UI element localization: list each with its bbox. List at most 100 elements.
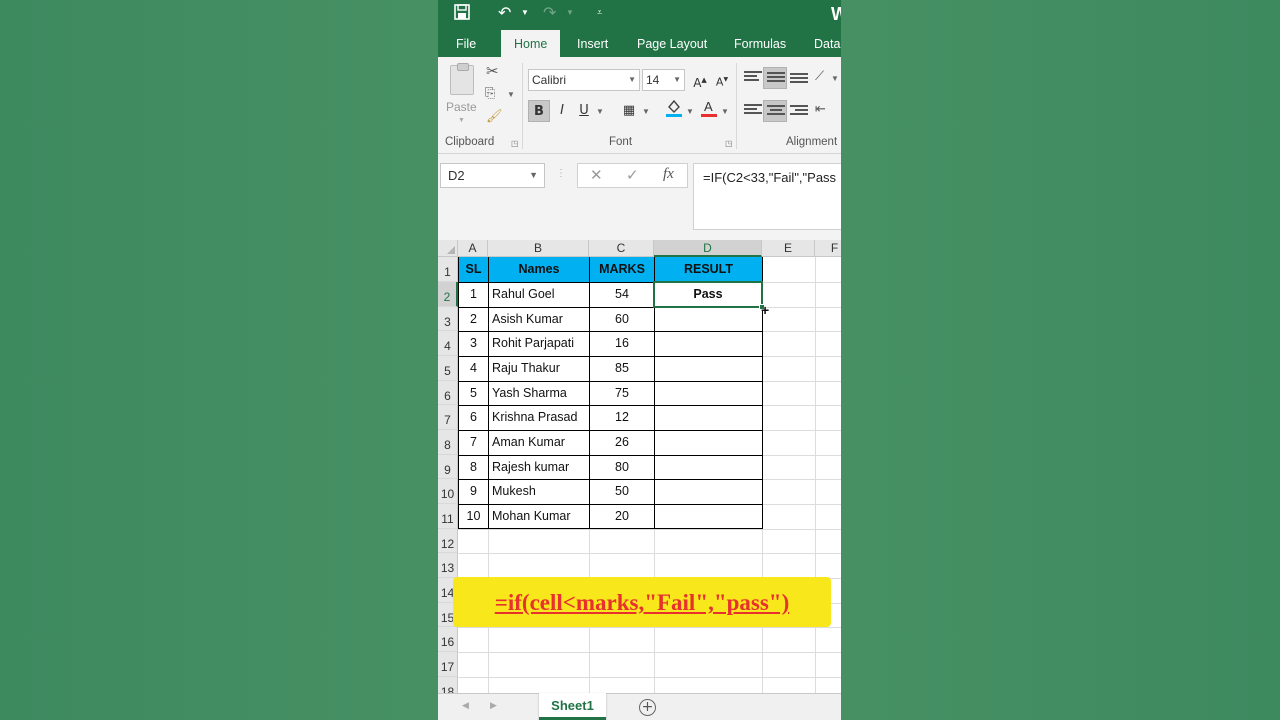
table-cell-marks[interactable]: 12 [590, 405, 654, 430]
borders-icon[interactable]: ▦ [618, 100, 640, 122]
row-header[interactable]: 9 [438, 455, 458, 479]
table-cell-name[interactable]: Krishna Prasad [489, 405, 589, 430]
table-cell-result[interactable] [655, 405, 762, 430]
tab-insert[interactable]: Insert [577, 30, 608, 57]
shrink-font-icon[interactable]: A▼ [711, 69, 733, 91]
table-cell-sl[interactable]: 1 [459, 282, 488, 307]
underline-dropdown-icon[interactable]: ▼ [596, 107, 604, 116]
table-cell-name[interactable]: Raju Thakur [489, 356, 589, 381]
paste-button[interactable]: Paste [446, 100, 477, 114]
table-header-names[interactable]: Names [489, 257, 589, 282]
font-color-dropdown-icon[interactable]: ▼ [721, 107, 729, 116]
italic-button[interactable]: I [551, 100, 573, 122]
tab-home[interactable]: Home [501, 30, 561, 57]
table-cell-sl[interactable]: 6 [459, 405, 488, 430]
paste-dropdown-icon[interactable]: ▼ [458, 117, 465, 124]
name-box[interactable]: D2 ▼ [440, 163, 545, 188]
table-cell-name[interactable]: Asish Kumar [489, 307, 589, 331]
tab-file[interactable]: File [456, 30, 476, 57]
row-header[interactable]: 5 [438, 356, 458, 381]
orientation-icon[interactable]: ⟋ [815, 69, 824, 84]
undo-dropdown-icon[interactable]: ▼ [521, 8, 529, 17]
cut-icon[interactable]: ✂ [486, 62, 499, 80]
table-cell-marks[interactable]: 85 [590, 356, 654, 381]
table-cell-name[interactable]: Rohit Parjapati [489, 331, 589, 356]
align-right-icon[interactable] [790, 105, 808, 119]
orientation-dropdown-icon[interactable]: ▼ [831, 74, 839, 83]
align-bottom-icon[interactable] [790, 73, 808, 87]
undo-icon[interactable]: ↶ [498, 3, 511, 22]
table-cell-sl[interactable]: 5 [459, 381, 488, 405]
tab-data[interactable]: Data [814, 30, 840, 57]
customize-toolbar-icon[interactable]: ⩡ [597, 7, 602, 18]
table-cell-sl[interactable]: 10 [459, 504, 488, 529]
table-cell-sl[interactable]: 7 [459, 430, 488, 455]
font-size-combo[interactable]: 14 ▼ [642, 69, 685, 91]
row-header[interactable]: 7 [438, 405, 458, 430]
table-cell-marks[interactable]: 80 [590, 455, 654, 479]
row-header[interactable]: 6 [438, 381, 458, 405]
table-cell-result[interactable] [655, 356, 762, 381]
table-cell-marks[interactable]: 54 [590, 282, 654, 307]
row-header[interactable]: 17 [438, 652, 458, 677]
table-cell-name[interactable]: Mohan Kumar [489, 504, 589, 529]
column-header-d[interactable]: D [654, 240, 762, 257]
table-cell-result[interactable] [655, 455, 762, 479]
format-painter-icon[interactable]: 🖌 [486, 109, 503, 124]
table-cell-sl[interactable]: 3 [459, 331, 488, 356]
column-header-a[interactable]: A [458, 240, 488, 257]
borders-dropdown-icon[interactable]: ▼ [642, 107, 650, 116]
formula-input[interactable]: =IF(C2<33,"Fail","Pass [693, 163, 841, 230]
grow-font-icon[interactable]: A▲ [689, 69, 711, 91]
row-header[interactable]: 2 [438, 282, 458, 307]
column-header-c[interactable]: C [589, 240, 654, 257]
fill-color-icon[interactable] [663, 98, 685, 120]
row-header[interactable]: 13 [438, 553, 458, 578]
underline-button[interactable]: U [573, 100, 595, 122]
prev-sheet-icon[interactable]: ◀ [462, 700, 469, 711]
table-cell-sl[interactable]: 2 [459, 307, 488, 331]
table-cell-marks[interactable]: 75 [590, 381, 654, 405]
column-header-b[interactable]: B [488, 240, 589, 257]
table-cell-result[interactable] [655, 381, 762, 405]
table-cell-name[interactable]: Rahul Goel [489, 282, 589, 307]
select-all-corner[interactable] [438, 240, 458, 257]
save-icon[interactable] [454, 4, 470, 24]
table-cell-result[interactable] [655, 479, 762, 504]
table-cell-marks[interactable]: 50 [590, 479, 654, 504]
table-cell-marks[interactable]: 16 [590, 331, 654, 356]
clipboard-launcher-icon[interactable]: ◳ [511, 139, 519, 148]
table-cell-name[interactable]: Rajesh kumar [489, 455, 589, 479]
table-cell-result[interactable] [655, 504, 762, 529]
table-cell-marks[interactable]: 20 [590, 504, 654, 529]
row-header[interactable]: 16 [438, 627, 458, 652]
bold-button[interactable]: B [528, 100, 550, 122]
splitter-dots-icon[interactable]: ⋮ [556, 168, 566, 179]
add-sheet-icon[interactable]: + [639, 699, 656, 716]
column-header-e[interactable]: E [762, 240, 815, 257]
table-header-result[interactable]: RESULT [655, 257, 762, 282]
tab-formulas[interactable]: Formulas [734, 30, 786, 57]
table-header-sl[interactable]: SL [459, 257, 488, 282]
font-launcher-icon[interactable]: ◳ [725, 139, 733, 148]
copy-icon[interactable]: ⎘ [485, 86, 495, 101]
next-sheet-icon[interactable]: ▶ [490, 700, 497, 711]
row-header[interactable]: 18 [438, 677, 458, 693]
table-cell-name[interactable]: Yash Sharma [489, 381, 589, 405]
align-middle-icon[interactable] [767, 72, 785, 86]
fill-color-dropdown-icon[interactable]: ▼ [686, 107, 694, 116]
table-header-marks[interactable]: MARKS [590, 257, 654, 282]
insert-function-icon[interactable]: fx [663, 166, 674, 183]
enter-icon[interactable]: ✓ [626, 166, 639, 184]
font-name-combo[interactable]: Calibri ▼ [528, 69, 640, 91]
table-cell-sl[interactable]: 4 [459, 356, 488, 381]
row-header[interactable]: 12 [438, 529, 458, 553]
row-header[interactable]: 10 [438, 479, 458, 504]
sheet-tab-sheet1[interactable]: Sheet1 [539, 693, 606, 720]
table-cell-result[interactable] [655, 430, 762, 455]
table-cell-result[interactable] [655, 307, 762, 331]
align-center-icon[interactable] [767, 105, 785, 119]
row-header[interactable]: 1 [438, 257, 458, 282]
column-header-f[interactable]: F [815, 240, 841, 257]
table-cell-marks[interactable]: 60 [590, 307, 654, 331]
